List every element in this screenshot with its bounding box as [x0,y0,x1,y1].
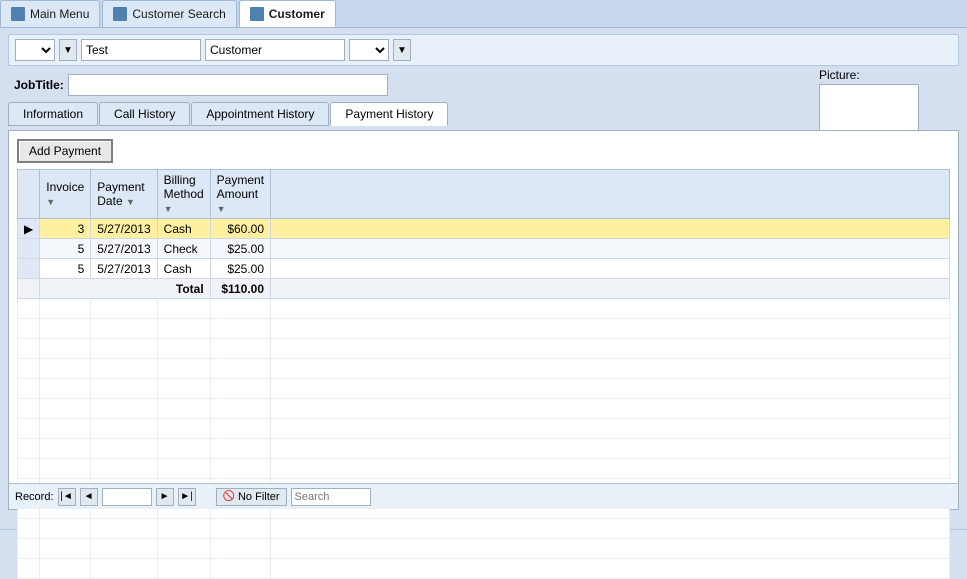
tab-appointment-history-label: Appointment History [206,107,314,121]
cell-method: Cash [157,219,210,239]
empty-row [18,299,950,319]
cell-date: 5/27/2013 [91,239,157,259]
tab-information-label: Information [23,107,83,121]
form-header: ▼ ▼ [8,34,959,66]
table-row[interactable]: 5 5/27/2013 Cash $25.00 [18,259,950,279]
total-row: Total $110.00 [18,279,950,299]
record-search-input[interactable] [291,488,371,506]
cell-date: 5/27/2013 [91,259,157,279]
col-header-payment-amount[interactable]: Payment Amount ▼ [210,170,270,219]
customer-search-icon [113,7,127,21]
date-sort-arrow: ▼ [126,197,135,207]
prefix-dropdown[interactable] [15,39,55,61]
empty-row [18,539,950,559]
table-row[interactable]: 5 5/27/2013 Check $25.00 [18,239,950,259]
tab-customer-label: Customer [269,7,325,21]
cell-invoice: 5 [40,259,91,279]
next-record-btn[interactable]: ► [156,488,174,506]
empty-row [18,459,950,479]
job-title-row: JobTitle: [8,72,959,98]
col-header-payment-date[interactable]: Payment Date ▼ [91,170,157,219]
title-bar: Main Menu Customer Search Customer [0,0,967,28]
row-indicator: ▶ [18,219,40,239]
record-label: Record: [15,491,54,503]
invoice-sort-arrow: ▼ [46,197,55,207]
cell-date: 5/27/2013 [91,219,157,239]
empty-row [18,339,950,359]
main-menu-icon [11,7,25,21]
last-name-input[interactable] [205,39,345,61]
content-tabs: Information Call History Appointment His… [8,102,959,126]
cell-invoice: 3 [40,219,91,239]
empty-row [18,319,950,339]
empty-row [18,419,950,439]
total-spacer [271,279,950,299]
col-spacer [271,170,950,219]
tab-appointment-history[interactable]: Appointment History [191,102,329,126]
empty-row [18,399,950,419]
filter-label: No Filter [238,491,280,503]
payment-table: Invoice ▼ Payment Date ▼ Billing Method … [17,169,950,579]
cell-amount: $60.00 [210,219,270,239]
tab-call-history[interactable]: Call History [99,102,190,126]
method-sort-arrow: ▼ [164,204,173,214]
col-indicator [18,170,40,219]
add-payment-label: Add Payment [29,144,101,158]
row-indicator [18,259,40,279]
payment-history-panel: Add Payment Invoice ▼ Payment Date ▼ [8,130,959,510]
total-amount: $110.00 [210,279,270,299]
cell-spacer [271,219,950,239]
first-record-btn[interactable]: |◄ [58,488,76,506]
tab-information[interactable]: Information [8,102,98,126]
tab-main-menu[interactable]: Main Menu [0,0,100,27]
picture-label: Picture: [819,68,939,82]
tab-customer[interactable]: Customer [239,0,336,27]
job-title-label: JobTitle: [14,78,64,92]
table-header-row: Invoice ▼ Payment Date ▼ Billing Method … [18,170,950,219]
total-indicator [18,279,40,299]
cell-spacer [271,259,950,279]
prefix-dropdown-btn[interactable]: ▼ [59,39,77,61]
table-row[interactable]: ▶ 3 5/27/2013 Cash $60.00 [18,219,950,239]
main-container: ▼ ▼ Picture: JobTitle: Information Call … [0,28,967,529]
record-nav: Record: |◄ ◄ ► ►| 🚫 No Filter [9,483,958,509]
filter-btn[interactable]: 🚫 No Filter [216,488,287,506]
empty-row [18,379,950,399]
row-indicator [18,239,40,259]
total-label: Total [40,279,210,299]
tab-customer-search-label: Customer Search [132,7,225,21]
col-header-invoice[interactable]: Invoice ▼ [40,170,91,219]
tab-customer-search[interactable]: Customer Search [102,0,236,27]
first-name-input[interactable] [81,39,201,61]
empty-row [18,439,950,459]
filter-icon: 🚫 [223,491,235,502]
add-payment-button[interactable]: Add Payment [17,139,113,163]
cell-amount: $25.00 [210,259,270,279]
prev-record-btn[interactable]: ◄ [80,488,98,506]
job-title-input[interactable] [68,74,388,96]
form-area: ▼ ▼ Picture: JobTitle: Information Call … [8,34,959,510]
col-header-billing-method[interactable]: Billing Method ▼ [157,170,210,219]
amount-sort-arrow: ▼ [217,204,226,214]
suffix-dropdown-btn[interactable]: ▼ [393,39,411,61]
cell-method: Check [157,239,210,259]
empty-row [18,359,950,379]
cell-method: Cash [157,259,210,279]
record-number-input[interactable] [102,488,152,506]
tab-payment-history-label: Payment History [345,107,433,121]
tab-call-history-label: Call History [114,107,175,121]
empty-row [18,519,950,539]
tab-payment-history[interactable]: Payment History [330,102,448,126]
cell-invoice: 5 [40,239,91,259]
tab-main-menu-label: Main Menu [30,7,89,21]
cell-spacer [271,239,950,259]
suffix-dropdown[interactable] [349,39,389,61]
cell-amount: $25.00 [210,239,270,259]
customer-icon [250,7,264,21]
last-record-btn[interactable]: ►| [178,488,196,506]
